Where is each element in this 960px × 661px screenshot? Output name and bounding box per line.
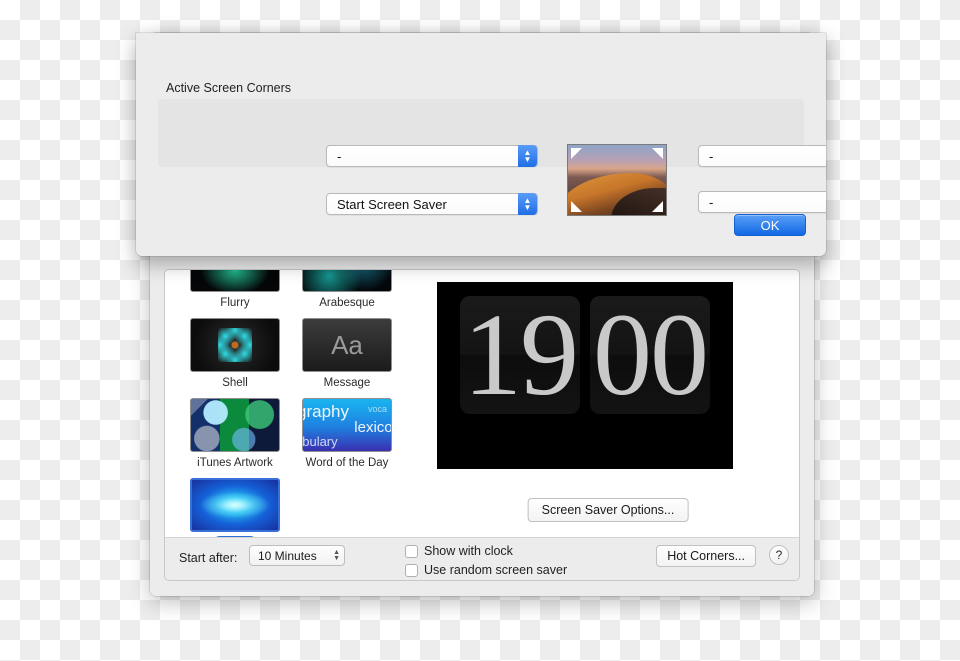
screen-saver-thumbnail	[302, 270, 392, 292]
start-after-select[interactable]: 10 Minutes ▲▼	[249, 545, 345, 566]
panel-bottom-bar: Start after: 10 Minutes ▲▼ Show with clo…	[165, 537, 799, 580]
screen-saver-thumbnail	[190, 318, 280, 372]
screen-saver-thumbnail	[190, 270, 280, 292]
show-with-clock-label: Show with clock	[424, 544, 513, 558]
screen-saver-name: Shell	[222, 376, 248, 390]
start-after-value: 10 Minutes	[258, 549, 317, 563]
screen-saver-thumbnail: Aa	[302, 318, 392, 372]
screen-saver-name: Arabesque	[319, 296, 375, 310]
show-with-clock-checkbox[interactable]	[405, 545, 418, 558]
screen-saver-preview: 19 00	[437, 282, 733, 469]
screen-saver-panel: Flurry Arabesque Shell Aa Message iTunes Artw…	[164, 269, 800, 581]
screen-saver-name: Message	[324, 376, 371, 390]
use-random-screen-saver-checkbox[interactable]	[405, 564, 418, 577]
flip-clock-hours-value: 19	[463, 296, 577, 414]
screen-saver-thumbnail	[190, 398, 280, 452]
flip-clock-minutes-value: 00	[593, 296, 707, 414]
word-of-the-day-word: graphy	[302, 402, 349, 422]
word-of-the-day-word: lexicog	[354, 419, 392, 436]
corner-marker-bottom-left-icon	[571, 201, 582, 212]
flip-clock-hours: 19	[460, 296, 580, 414]
corner-marker-bottom-right-icon	[652, 201, 663, 212]
top-left-corner-value: -	[337, 149, 341, 164]
hot-corners-sheet: Active Screen Corners - ▲▼ Start Screen …	[136, 33, 826, 256]
updown-stepper-icon: ▲▼	[518, 145, 537, 167]
help-button[interactable]: ?	[769, 545, 789, 565]
screen-saver-name: Word of the Day	[306, 456, 389, 470]
top-right-corner-select[interactable]: - ▲▼	[698, 145, 826, 167]
hot-corners-button[interactable]: Hot Corners...	[656, 545, 756, 567]
screen-saver-options-button[interactable]: Screen Saver Options...	[528, 498, 689, 522]
bottom-right-corner-select[interactable]: - ▲▼	[698, 191, 826, 213]
flip-clock: 19 00	[460, 296, 710, 414]
screen-saver-thumbnail: graphy lexicog abulary voca	[302, 398, 392, 452]
ok-button[interactable]: OK	[734, 214, 806, 236]
bottom-left-corner-value: Start Screen Saver	[337, 197, 447, 212]
corner-marker-top-right-icon	[652, 148, 663, 159]
corner-marker-top-left-icon	[571, 148, 582, 159]
active-screen-corners-label: Active Screen Corners	[166, 81, 291, 95]
screen-saver-name: Flurry	[220, 296, 249, 310]
screen-saver-item[interactable]: Aa Message	[291, 318, 403, 390]
top-right-corner-value: -	[709, 149, 713, 164]
screen-preview-thumbnail	[567, 144, 667, 216]
word-of-the-day-word: abulary	[302, 434, 338, 449]
message-glyph: Aa	[331, 332, 363, 358]
screen-saver-preview-area: 19 00 Screen Saver Options...	[417, 270, 799, 538]
bottom-left-corner-select[interactable]: Start Screen Saver ▲▼	[326, 193, 538, 215]
start-after-label: Start after:	[179, 551, 237, 565]
screen-saver-item[interactable]: Flurry	[179, 270, 291, 310]
screen-saver-item[interactable]: Fliqlo	[179, 478, 291, 538]
screen-saver-list[interactable]: Flurry Arabesque Shell Aa Message iTunes Artw…	[165, 270, 418, 538]
bottom-right-corner-value: -	[709, 195, 713, 210]
screen-saver-item[interactable]: Arabesque	[291, 270, 403, 310]
flip-clock-minutes: 00	[590, 296, 710, 414]
screen-saver-item[interactable]: graphy lexicog abulary voca Word of the Day	[291, 398, 403, 470]
word-of-the-day-word: voca	[368, 404, 387, 414]
updown-stepper-icon: ▲▼	[518, 193, 537, 215]
show-with-clock-checkbox-row[interactable]: Show with clock	[405, 544, 513, 558]
top-left-corner-select[interactable]: - ▲▼	[326, 145, 538, 167]
use-random-screen-saver-label: Use random screen saver	[424, 563, 567, 577]
use-random-screen-saver-checkbox-row[interactable]: Use random screen saver	[405, 563, 567, 577]
screen-saver-item[interactable]: iTunes Artwork	[179, 398, 291, 470]
screen-saver-grid: Flurry Arabesque Shell Aa Message iTunes Artw…	[165, 270, 417, 538]
screen-saver-item[interactable]: Shell	[179, 318, 291, 390]
screen-saver-name: iTunes Artwork	[197, 456, 273, 470]
screen-saver-thumbnail	[190, 478, 280, 532]
updown-stepper-icon: ▲▼	[333, 550, 340, 562]
